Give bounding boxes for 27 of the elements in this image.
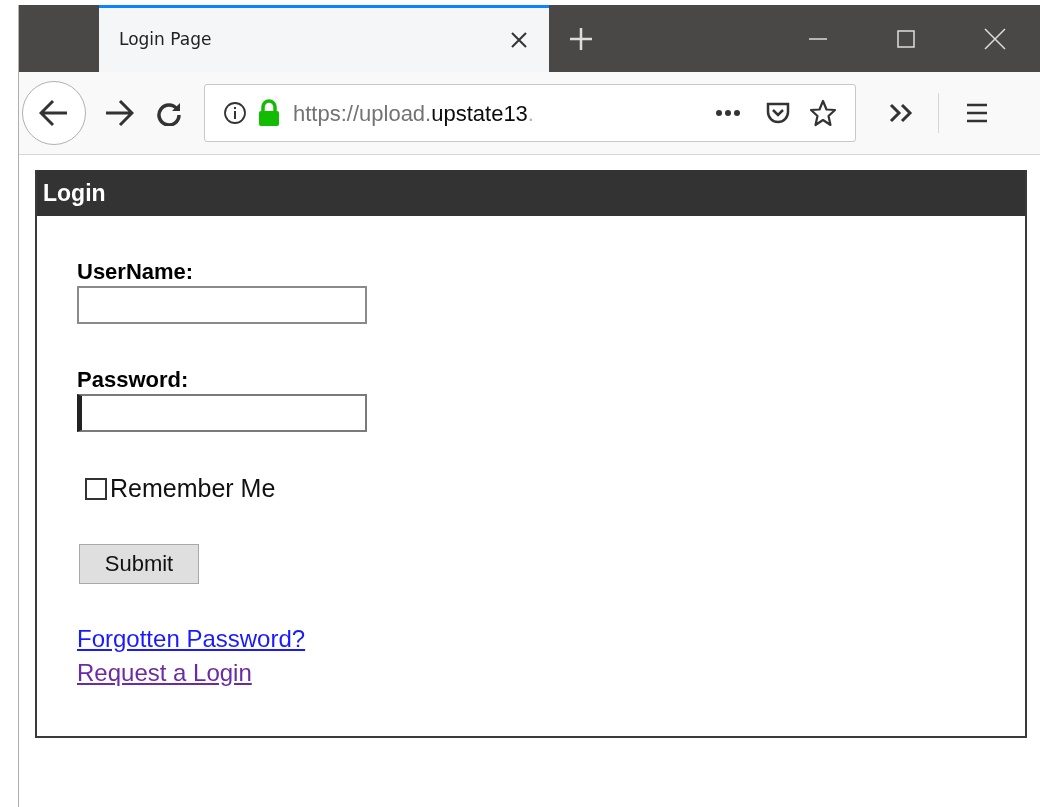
- chevron-double-icon[interactable]: [888, 102, 914, 124]
- field-label: Password:: [77, 366, 190, 394]
- checkbox[interactable]: [85, 477, 107, 500]
- padlock-icon[interactable]: [257, 99, 281, 127]
- url-text: https://upload.upstate13.: [293, 99, 534, 128]
- submit-button[interactable]: Submit: [79, 543, 199, 584]
- shield-icon[interactable]: [765, 100, 791, 126]
- maximize-icon[interactable]: [896, 28, 916, 49]
- browser-tab[interactable]: Login Page: [99, 5, 549, 72]
- star-icon[interactable]: [809, 99, 837, 127]
- link[interactable]: Request a Login: [77, 655, 306, 690]
- address-bar[interactable]: https://upload.upstate13.: [204, 84, 856, 142]
- reload-icon[interactable]: [156, 100, 182, 126]
- input-field[interactable]: [77, 394, 367, 432]
- plus-icon[interactable]: [569, 26, 593, 51]
- field-label: UserName:: [77, 258, 195, 286]
- panel-title: Login: [37, 170, 1025, 216]
- close-icon[interactable]: [984, 27, 1006, 50]
- more-icon[interactable]: [715, 109, 741, 117]
- checkbox-label[interactable]: Remember Me: [110, 470, 276, 508]
- menu-icon[interactable]: [965, 102, 989, 124]
- arrow-left-icon: [39, 99, 69, 127]
- input-field[interactable]: [77, 286, 367, 324]
- arrow-right-icon[interactable]: [104, 99, 134, 127]
- info-icon[interactable]: [223, 101, 247, 125]
- close-icon[interactable]: [509, 30, 529, 50]
- link[interactable]: Forgotten Password?: [77, 621, 306, 656]
